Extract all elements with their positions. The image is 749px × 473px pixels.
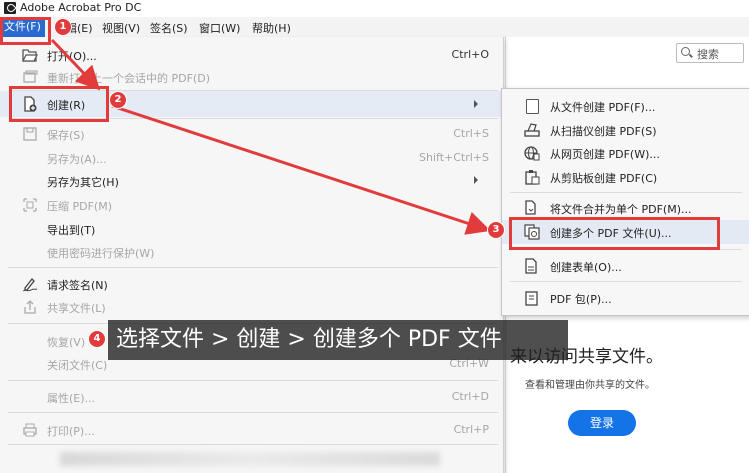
share-description: 查看和管理由你共享的文件。: [525, 380, 655, 391]
menu-item-protect[interactable]: 使用密码进行保护(W): [0, 241, 503, 263]
folder-open-icon: [22, 49, 38, 62]
title-bar: Adobe Acrobat Pro DC: [0, 0, 749, 16]
menu-item-reopen[interactable]: 重新打开上一个会话中的 PDF(D): [0, 66, 503, 88]
menu-item-print[interactable]: 打印(P)... Ctrl+P: [0, 419, 503, 441]
submenu-item-from-scanner[interactable]: 从扫描仪创建 PDF(S): [502, 119, 749, 141]
signature-pen-icon: [22, 278, 38, 292]
printer-icon: [23, 423, 37, 437]
instruction-caption: 选择文件 > 创建 > 创建多个 PDF 文件: [108, 320, 568, 360]
step-badge-3: 3: [487, 221, 505, 239]
menu-item-save-as-other[interactable]: 另存为其它(H): [0, 170, 503, 192]
menu-bar: 文件(F) 编辑(E) 视图(V) 签名(S) 窗口(W) 帮助(H): [0, 17, 749, 38]
menu-item-save-as[interactable]: 另存为(A)... Shift+Ctrl+S: [0, 147, 503, 169]
save-icon: [23, 127, 37, 141]
share-upload-icon: [24, 300, 36, 314]
compress-icon: [23, 198, 37, 212]
submenu-arrow-icon: [474, 176, 478, 184]
menu-window[interactable]: 窗口(W): [199, 20, 240, 36]
divider: [8, 380, 498, 381]
highlight-create-item: [9, 86, 109, 122]
step-badge-1: 1: [54, 18, 72, 36]
divider: [8, 444, 498, 445]
highlight-create-multiple: [509, 217, 720, 250]
clipboard-icon: [525, 170, 540, 185]
submenu-item-create-form[interactable]: 创建表单(O)...: [502, 255, 749, 277]
menu-item-export[interactable]: 导出到(T): [0, 218, 503, 240]
menu-view[interactable]: 视图(V): [102, 20, 140, 36]
menu-item-properties[interactable]: 属性(E)... Ctrl+D: [0, 386, 503, 408]
menu-item-compress[interactable]: 压缩 PDF(M): [0, 194, 503, 216]
menu-item-open[interactable]: 打开(O)... Ctrl+O: [0, 44, 503, 66]
divider: [8, 267, 498, 268]
highlight-file-menu: [0, 17, 51, 45]
acrobat-logo-icon: [4, 2, 16, 14]
window-title: Adobe Acrobat Pro DC: [20, 1, 142, 14]
step-badge-2: 2: [109, 91, 127, 109]
search-box[interactable]: 搜索: [676, 43, 744, 63]
submenu-arrow-icon: [474, 100, 478, 108]
submenu-item-from-web[interactable]: 从网页创建 PDF(W)...: [502, 142, 749, 164]
scanner-icon: [524, 123, 540, 137]
reopen-icon: [23, 70, 38, 83]
divider: [510, 281, 742, 282]
menu-help[interactable]: 帮助(H): [252, 20, 291, 36]
recent-file-blurred: [60, 452, 440, 466]
portfolio-icon: [525, 291, 538, 306]
form-icon: [525, 258, 537, 274]
search-icon: [681, 47, 690, 56]
search-placeholder: 搜索: [697, 48, 719, 61]
globe-icon: [524, 146, 540, 161]
menu-item-request-sign[interactable]: 请求签名(N): [0, 273, 503, 295]
combine-files-icon: [525, 200, 536, 215]
divider: [8, 412, 498, 413]
submenu-item-from-file[interactable]: 从文件创建 PDF(F)...: [502, 95, 749, 117]
document-icon: [526, 99, 539, 114]
submenu-item-pdf-portfolio[interactable]: PDF 包(P)...: [502, 287, 749, 309]
menu-item-share[interactable]: 共享文件(L): [0, 296, 503, 318]
step-badge-4: 4: [88, 330, 106, 348]
login-button[interactable]: 登录: [568, 410, 636, 436]
submenu-item-combine[interactable]: 将文件合并为单个 PDF(M)...: [502, 197, 749, 219]
divider: [510, 192, 742, 193]
submenu-item-from-clipboard[interactable]: 从剪贴板创建 PDF(C): [502, 166, 749, 188]
menu-item-save[interactable]: 保存(S) Ctrl+S: [0, 123, 503, 145]
create-submenu: 从文件创建 PDF(F)... 从扫描仪创建 PDF(S) 从网页创建 PDF(…: [501, 88, 749, 316]
menu-sign[interactable]: 签名(S): [150, 20, 188, 36]
